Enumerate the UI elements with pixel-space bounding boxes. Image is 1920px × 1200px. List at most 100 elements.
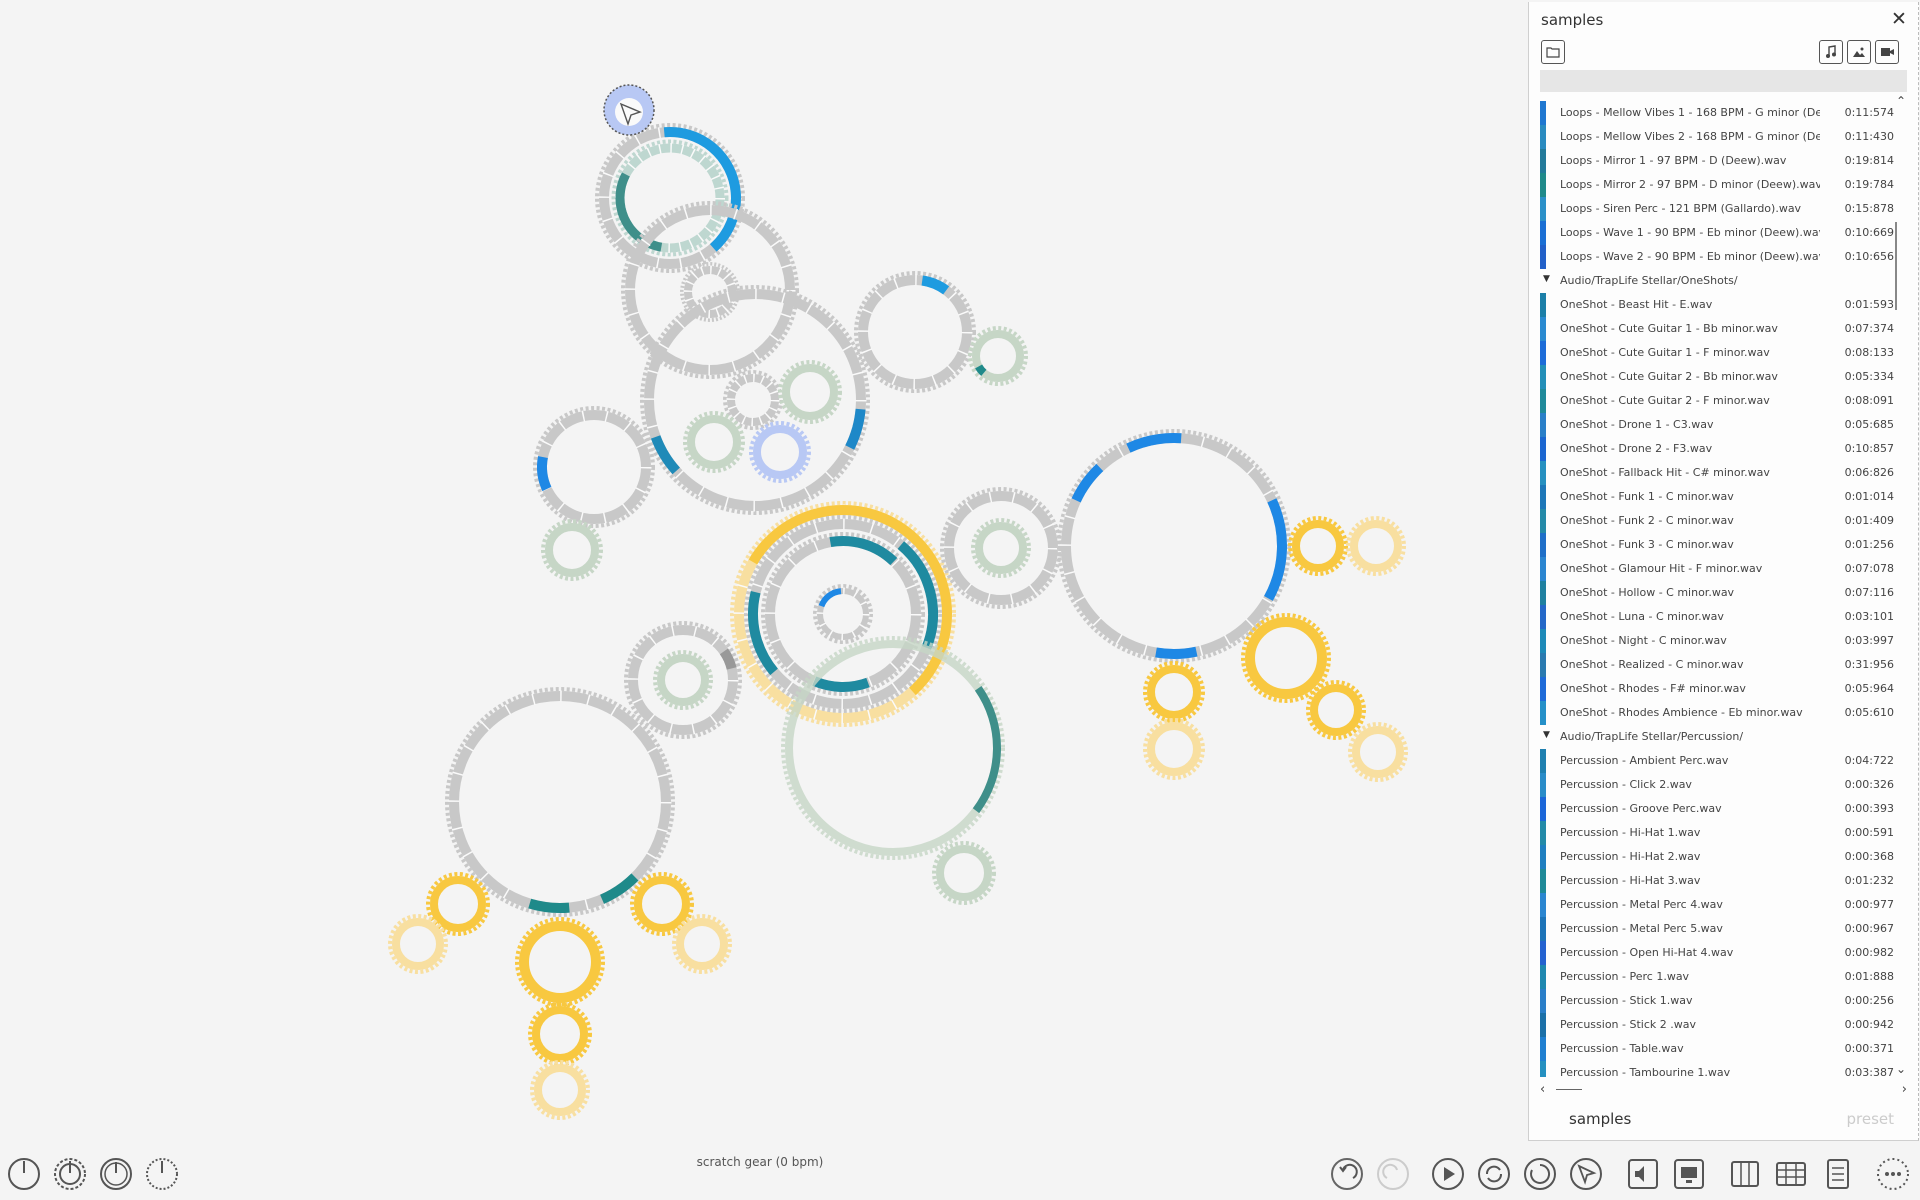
piano-icon[interactable] [1727,1156,1763,1192]
gear[interactable] [967,325,1029,387]
gear[interactable] [1346,516,1406,576]
horizontal-scrollbar[interactable]: ‹ › [1540,1082,1907,1098]
music-note-icon[interactable] [1819,40,1843,64]
gear[interactable] [630,872,694,936]
sample-row[interactable]: OneShot - Hollow - C minor.wav 0:07:116 [1540,581,1896,605]
sample-row[interactable]: OneShot - Drone 1 - C3.wav 0:05:685 [1540,413,1896,437]
dots-icon[interactable] [1875,1156,1911,1192]
scroll-down-icon[interactable]: ⌄ [1896,1062,1906,1076]
sample-row[interactable]: Percussion - Hi-Hat 2.wav 0:00:368 [1540,845,1896,869]
gear[interactable] [748,603,1038,893]
sample-row[interactable]: Percussion - Hi-Hat 3.wav 0:01:232 [1540,869,1896,893]
sample-row[interactable]: OneShot - Rhodes Ambience - Eb minor.wav… [1540,701,1896,725]
gear[interactable] [1348,722,1408,782]
power-icon[interactable] [6,1156,42,1192]
cursor-icon[interactable] [1568,1156,1604,1192]
sample-row[interactable]: Percussion - Groove Perc.wav 0:00:393 [1540,797,1896,821]
sample-row[interactable]: OneShot - Realized - C minor.wav 0:31:956 [1540,653,1896,677]
sample-row[interactable]: OneShot - Funk 1 - C minor.wav 0:01:014 [1540,485,1896,509]
sample-row[interactable]: OneShot - Night - C minor.wav 0:03:997 [1540,629,1896,653]
sample-row[interactable]: Loops - Siren Perc - 121 BPM (Gallardo).… [1540,197,1896,221]
speaker-icon[interactable] [1625,1156,1661,1192]
gear[interactable] [778,360,842,424]
undo-icon[interactable] [1329,1156,1365,1192]
gear[interactable] [716,487,970,741]
scroll-up-icon[interactable]: ⌃ [1896,94,1906,108]
sample-row[interactable]: Percussion - Table.wav 0:00:371 [1540,1037,1896,1061]
vertical-scrollbar-thumb[interactable] [1895,222,1897,310]
gear[interactable] [528,1002,592,1066]
sample-row[interactable]: OneShot - Cute Guitar 1 - F minor.wav 0:0… [1540,341,1896,365]
power-dashed-icon[interactable] [144,1156,180,1192]
gear[interactable] [1288,516,1348,576]
sample-row[interactable]: Loops - Mellow Vibes 1 - 168 BPM - G min… [1540,101,1896,125]
sample-list[interactable]: Loops - Mellow Vibes 1 - 168 BPM - G min… [1540,101,1896,1077]
expand-arrow-icon[interactable]: ▼ [1543,274,1550,284]
screen-icon[interactable] [1671,1156,1707,1192]
power-ring-icon[interactable] [98,1156,134,1192]
sample-row[interactable]: Percussion - Metal Perc 4.wav 0:00:977 [1540,893,1896,917]
gear[interactable] [932,841,996,905]
rotate-icon[interactable] [1522,1156,1558,1192]
sample-row[interactable]: Loops - Wave 1 - 90 BPM - Eb minor (Deew… [1540,221,1896,245]
folder-row[interactable]: ▼ Audio/TrapLife Stellar/OneShots/ [1540,269,1896,293]
horizontal-scrollbar-thumb[interactable] [1556,1089,1582,1090]
scroll-left-icon[interactable]: ‹ [1540,1082,1545,1097]
gear[interactable] [388,914,448,974]
gear[interactable] [701,472,985,756]
folder-row[interactable]: ▼ Audio/TrapLife Stellar/Percussion/ [1540,725,1896,749]
folder-icon[interactable] [1541,40,1565,64]
close-icon[interactable]: ✕ [1888,8,1910,30]
sample-row[interactable]: OneShot - Rhodes - F# minor.wav 0:05:964 [1540,677,1896,701]
sample-row[interactable]: OneShot - Cute Guitar 2 - Bb minor.wav 0:… [1540,365,1896,389]
loop-icon[interactable] [1476,1156,1512,1192]
sample-row[interactable]: Percussion - Metal Perc 5.wav 0:00:967 [1540,917,1896,941]
tab-samples[interactable]: samples [1569,1110,1631,1128]
play-icon[interactable] [1430,1156,1466,1192]
gear[interactable] [611,139,729,257]
gear[interactable] [1030,402,1317,689]
gear[interactable] [1143,718,1205,780]
sample-row[interactable]: Percussion - Perc 1.wav 0:01:888 [1540,965,1896,989]
sample-row[interactable]: OneShot - Funk 3 - C minor.wav 0:01:256 [1540,533,1896,557]
sample-row[interactable]: Percussion - Click 2.wav 0:00:326 [1540,773,1896,797]
sample-row[interactable]: OneShot - Drone 2 - F3.wav 0:10:857 [1540,437,1896,461]
sample-row[interactable]: Percussion - Open Hi-Hat 4.wav 0:00:982 [1540,941,1896,965]
gear[interactable] [749,421,811,483]
sample-row[interactable]: Percussion - Stick 1.wav 0:00:256 [1540,989,1896,1013]
search-input[interactable] [1540,70,1907,92]
expand-arrow-icon[interactable]: ▼ [1543,730,1550,740]
sample-row[interactable]: Percussion - Tambourine 1.wav 0:03:387 [1540,1061,1896,1077]
gear[interactable] [530,1060,590,1120]
cursor-gear[interactable] [603,84,655,136]
sample-row[interactable]: Loops - Mirror 2 - 97 BPM - D minor (Dee… [1540,173,1896,197]
sample-row[interactable]: Loops - Mellow Vibes 2 - 168 BPM - G min… [1540,125,1896,149]
gear[interactable] [541,519,603,581]
gear[interactable] [813,584,873,644]
gear-canvas[interactable] [0,0,1525,1140]
gear[interactable] [1143,661,1205,723]
gear[interactable] [683,411,745,473]
sample-row[interactable]: Percussion - Hi-Hat 1.wav 0:00:591 [1540,821,1896,845]
gear[interactable] [723,370,783,430]
sample-row[interactable]: OneShot - Cute Guitar 1 - Bb minor.wav 0:… [1540,317,1896,341]
sample-row[interactable]: OneShot - Luna - C minor.wav 0:03:101 [1540,605,1896,629]
tab-preset[interactable]: preset [1846,1110,1894,1128]
sample-row[interactable]: Loops - Wave 2 - 90 BPM - Eb minor (Deew… [1540,245,1896,269]
sample-row[interactable]: Percussion - Stick 2 .wav 0:00:942 [1540,1013,1896,1037]
sample-row[interactable]: OneShot - Fallback Hit - C# minor.wav 0:0… [1540,461,1896,485]
sample-row[interactable]: OneShot - Beast Hit - E.wav 0:01:593 [1540,293,1896,317]
gear[interactable] [653,650,713,710]
gear[interactable] [940,487,1062,609]
sample-row[interactable]: OneShot - Glamour Hit - F minor.wav 0:07:… [1540,557,1896,581]
sample-row[interactable]: Percussion - Ambient Perc.wav 0:04:722 [1540,749,1896,773]
grid-icon[interactable] [1773,1156,1809,1192]
sample-row[interactable]: OneShot - Cute Guitar 2 - F minor.wav 0:0… [1540,389,1896,413]
document-icon[interactable] [1820,1156,1856,1192]
gear[interactable] [854,271,976,393]
gear[interactable] [971,518,1031,578]
sample-row[interactable]: OneShot - Funk 2 - C minor.wav 0:01:409 [1540,509,1896,533]
redo-icon[interactable] [1375,1156,1411,1192]
video-icon[interactable] [1875,40,1899,64]
scroll-right-icon[interactable]: › [1902,1082,1907,1097]
